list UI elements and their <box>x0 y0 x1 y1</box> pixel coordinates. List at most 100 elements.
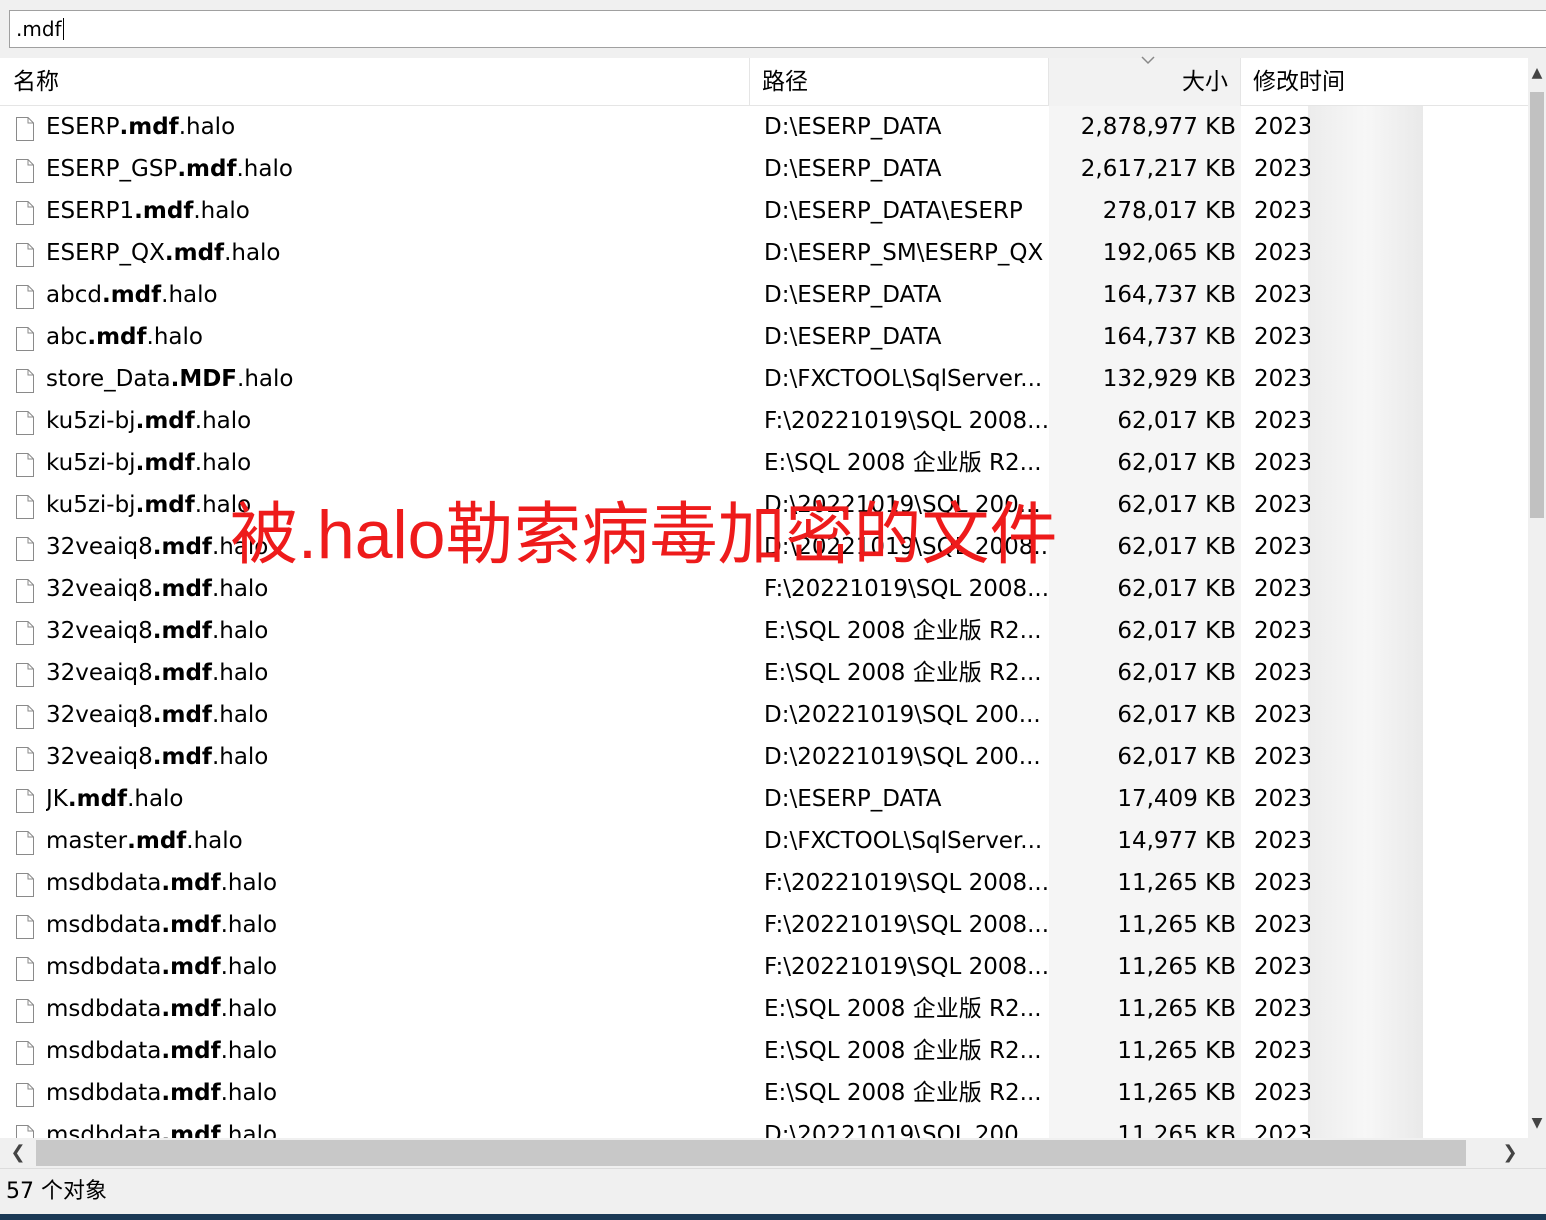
file-modified: 2023 <box>1254 828 1310 854</box>
table-row[interactable]: msdbdata.mdf.halo D:\20221019\SQL 200... 1… <box>0 1114 1528 1138</box>
scroll-down-icon[interactable]: ▼ <box>1528 1108 1546 1138</box>
file-name-match: .mdf <box>119 114 179 140</box>
file-name: ESERP1.mdf.halo <box>46 190 746 232</box>
file-icon <box>15 534 35 561</box>
file-icon <box>15 1122 35 1138</box>
file-name-ext: .halo <box>146 324 203 350</box>
file-name-ext: .halo <box>211 618 269 644</box>
file-name: abcd.mdf.halo <box>46 274 746 316</box>
file-name-match: .mdf <box>161 870 221 896</box>
file-name-base: 32veaiq8 <box>46 576 153 602</box>
column-header-size[interactable]: 大小 <box>1049 58 1241 106</box>
file-size: 11,265 KB <box>1117 870 1236 896</box>
file-name-match: .mdf <box>67 786 128 812</box>
file-name: 32veaiq8.mdf.halo <box>46 610 746 652</box>
file-size: 11,265 KB <box>1117 1080 1236 1106</box>
file-path: E:\SQL 2008 企业版 R2... <box>764 996 1042 1022</box>
table-row[interactable]: ESERP.mdf.halo D:\ESERP_DATA 2,878,977 KB 2… <box>0 106 1528 148</box>
table-row[interactable]: abc.mdf.halo D:\ESERP_DATA 164,737 KB 2023 <box>0 316 1528 358</box>
file-name-match: .mdf <box>101 282 162 308</box>
file-path: F:\20221019\SQL 2008... <box>764 408 1048 434</box>
file-name-ext: .halo <box>237 366 294 392</box>
file-name-ext: .halo <box>161 282 218 308</box>
file-name-match: .mdf <box>161 996 221 1022</box>
file-path: D:\ESERP_DATA <box>764 786 942 812</box>
table-row[interactable]: ESERP_GSP.mdf.halo D:\ESERP_DATA 2,617,217… <box>0 148 1528 190</box>
file-name: msdbdata.mdf.halo <box>46 904 746 946</box>
table-row[interactable]: abcd.mdf.halo D:\ESERP_DATA 164,737 KB 2023 <box>0 274 1528 316</box>
file-name-base: msdbdata <box>46 912 162 938</box>
file-name-base: ESERP_QX <box>46 240 165 266</box>
table-row[interactable]: store_Data.MDF.halo D:\FXCTOOL\SqlServer.… <box>0 358 1528 400</box>
file-name-ext: .halo <box>220 954 278 980</box>
file-icon <box>15 870 35 897</box>
scroll-right-icon[interactable]: ❯ <box>1492 1138 1528 1168</box>
file-name-base: 32veaiq8 <box>46 534 153 560</box>
file-name-base: ku5zi-bj <box>46 408 136 434</box>
file-name-match: .mdf <box>135 492 195 518</box>
table-row[interactable]: ku5zi-bj.mdf.halo F:\20221019\SQL 2008...… <box>0 400 1528 442</box>
table-row[interactable]: msdbdata.mdf.halo E:\SQL 2008 企业版 R2... 11… <box>0 1072 1528 1114</box>
file-modified: 2023 <box>1254 324 1310 350</box>
horizontal-scroll-thumb[interactable] <box>36 1140 1466 1166</box>
file-modified: 2023 <box>1254 870 1310 896</box>
column-header-name[interactable]: 名称 <box>0 58 750 106</box>
horizontal-scrollbar[interactable]: ❮ ❯ <box>0 1138 1528 1168</box>
file-name-base: abc <box>46 324 88 350</box>
file-modified: 2023 <box>1254 366 1310 392</box>
file-name-ext: .halo <box>220 870 278 896</box>
file-name: master.mdf.halo <box>46 820 746 862</box>
search-input[interactable]: .mdf <box>9 10 1546 48</box>
file-path: E:\SQL 2008 企业版 R2... <box>764 618 1042 644</box>
file-list: ESERP.mdf.halo D:\ESERP_DATA 2,878,977 KB 2… <box>0 106 1528 1138</box>
file-size: 17,409 KB <box>1117 786 1236 812</box>
file-path: E:\SQL 2008 企业版 R2... <box>764 1038 1042 1064</box>
file-size: 278,017 KB <box>1102 198 1236 224</box>
file-size: 11,265 KB <box>1117 912 1236 938</box>
table-row[interactable]: msdbdata.mdf.halo F:\20221019\SQL 2008...… <box>0 946 1528 988</box>
file-size: 62,017 KB <box>1117 660 1236 686</box>
table-row[interactable]: 32veaiq8.mdf.halo D:\20221019\SQL 200... 6… <box>0 736 1528 778</box>
table-row[interactable]: ESERP1.mdf.halo D:\ESERP_DATA\ESERP 278,01… <box>0 190 1528 232</box>
file-name-ext: .halo <box>220 996 278 1022</box>
table-row[interactable]: 32veaiq8.mdf.halo D:\20221019\SQL 200... 6… <box>0 694 1528 736</box>
vertical-scroll-thumb[interactable] <box>1530 92 1544 518</box>
table-row[interactable]: master.mdf.halo D:\FXCTOOL\SqlServer... 14… <box>0 820 1528 862</box>
file-name: msdbdata.mdf.halo <box>46 1072 746 1114</box>
file-path: E:\SQL 2008 企业版 R2... <box>764 450 1042 476</box>
column-header-path[interactable]: 路径 <box>750 58 1049 106</box>
vertical-scrollbar[interactable]: ▲ ▼ <box>1528 58 1546 1138</box>
scroll-up-icon[interactable]: ▲ <box>1528 58 1546 88</box>
file-icon <box>15 114 35 141</box>
table-row[interactable]: ESERP_QX.mdf.halo D:\ESERP_SM\ESERP_QX 192… <box>0 232 1528 274</box>
table-row[interactable]: msdbdata.mdf.halo F:\20221019\SQL 2008...… <box>0 904 1528 946</box>
file-name-ext: .halo <box>194 408 252 434</box>
file-modified: 2023 <box>1254 744 1310 770</box>
file-name-match: .mdf <box>135 408 195 434</box>
table-row[interactable]: 32veaiq8.mdf.halo E:\SQL 2008 企业版 R2... 62… <box>0 610 1528 652</box>
file-path: F:\20221019\SQL 2008... <box>764 912 1048 938</box>
table-row[interactable]: 32veaiq8.mdf.halo E:\SQL 2008 企业版 R2... 62… <box>0 652 1528 694</box>
file-name: store_Data.MDF.halo <box>46 358 746 400</box>
table-row[interactable]: msdbdata.mdf.halo F:\20221019\SQL 2008...… <box>0 862 1528 904</box>
file-name-match: .mdf <box>134 198 194 224</box>
file-name: msdbdata.mdf.halo <box>46 988 746 1030</box>
file-name: ESERP.mdf.halo <box>46 106 746 148</box>
file-modified: 2023 <box>1254 534 1310 560</box>
table-row[interactable]: msdbdata.mdf.halo E:\SQL 2008 企业版 R2... 11… <box>0 988 1528 1030</box>
table-row[interactable]: msdbdata.mdf.halo E:\SQL 2008 企业版 R2... 11… <box>0 1030 1528 1072</box>
file-path: D:\FXCTOOL\SqlServer... <box>764 366 1043 392</box>
file-modified: 2023 <box>1254 240 1310 266</box>
file-modified: 2023 <box>1254 576 1310 602</box>
status-bar: 57 个对象 <box>0 1168 1546 1214</box>
column-header-modified[interactable]: 修改时间 <box>1241 58 1528 106</box>
file-icon <box>15 618 35 645</box>
file-modified: 2023 <box>1254 282 1310 308</box>
file-name-match: .mdf <box>164 240 225 266</box>
file-icon <box>15 492 35 519</box>
scroll-left-icon[interactable]: ❮ <box>0 1138 36 1168</box>
table-row[interactable]: JK.mdf.halo D:\ESERP_DATA 17,409 KB 2023 <box>0 778 1528 820</box>
file-name-match: .mdf <box>152 576 212 602</box>
table-row[interactable]: ku5zi-bj.mdf.halo E:\SQL 2008 企业版 R2... 62… <box>0 442 1528 484</box>
search-input-value: .mdf <box>16 17 62 41</box>
